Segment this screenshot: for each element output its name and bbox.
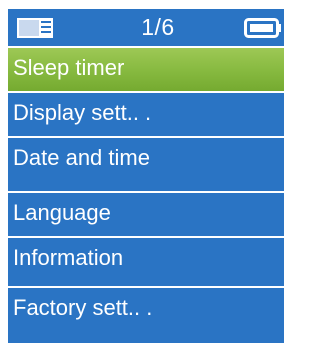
menu-item-label: Language: [13, 200, 111, 225]
page-indicator: 1/6: [141, 14, 175, 40]
menu-item-label: Date and time: [13, 145, 150, 170]
status-bar: 1/6: [8, 9, 284, 46]
folder-icon: [17, 18, 53, 38]
menu-item-display-settings[interactable]: Display sett.. .: [8, 91, 284, 136]
menu-item-information[interactable]: Information: [8, 236, 284, 281]
device-screen: 1/6 Sleep timer Display sett.. . Date an…: [8, 9, 284, 343]
battery-icon: [244, 18, 281, 38]
menu-item-label: Display sett.. .: [13, 100, 152, 125]
menu-item-factory-settings[interactable]: Factory sett.. .: [8, 286, 284, 331]
menu-item-language[interactable]: Language: [8, 191, 284, 236]
menu-item-label: Information: [13, 245, 124, 270]
menu-item-label: Factory sett.. .: [13, 295, 153, 320]
menu-item-sleep-timer[interactable]: Sleep timer: [8, 46, 284, 91]
menu-item-date-and-time[interactable]: Date and time: [8, 136, 284, 181]
menu-item-label: Sleep timer: [13, 55, 125, 80]
